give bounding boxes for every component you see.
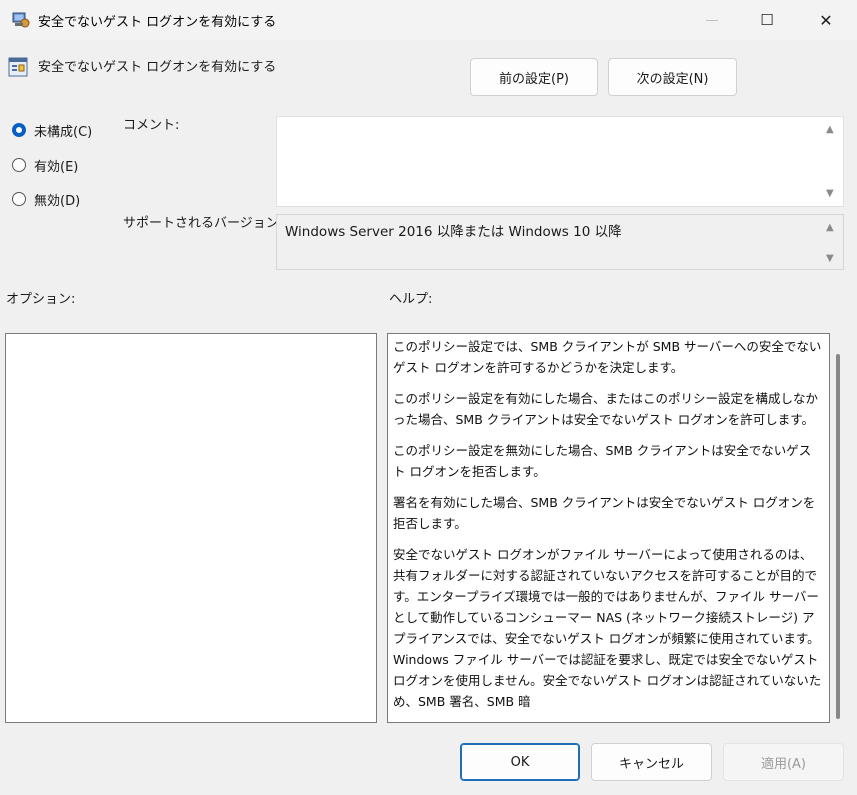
ok-button[interactable]: OK	[460, 743, 580, 781]
comment-label: コメント:	[123, 118, 180, 133]
ok-label: OK	[510, 754, 530, 770]
help-paragraph: 安全でないゲスト ログオンがファイル サーバーによって使用されるのは、共有フォル…	[393, 547, 822, 709]
help-paragraph: このポリシー設定を無効にした場合、SMB クライアントは安全でないゲスト ログオ…	[393, 443, 812, 479]
supported-scroll-down-icon[interactable]: ▼	[826, 253, 834, 264]
window-title: 安全でないゲスト ログオンを有効にする	[38, 15, 277, 30]
maximize-icon: ☐	[760, 11, 774, 29]
radio-enabled-indicator[interactable]	[12, 158, 26, 172]
radio-not-configured-label[interactable]: 未構成(C)	[34, 121, 92, 140]
minimize-button[interactable]: —	[683, 0, 741, 40]
radio-disabled-label[interactable]: 無効(D)	[34, 190, 80, 209]
help-paragraph: このポリシー設定を有効にした場合、またはこのポリシー設定を構成しなかった場合、S…	[393, 391, 819, 427]
next-setting-label: 次の設定(N)	[636, 71, 709, 87]
radio-disabled-indicator[interactable]	[12, 192, 26, 206]
policy-title: 安全でないゲスト ログオンを有効にする	[38, 60, 277, 75]
previous-setting-button[interactable]: 前の設定(P)	[470, 58, 598, 96]
radio-enabled-label[interactable]: 有効(E)	[34, 156, 78, 175]
apply-label: 適用(A)	[760, 756, 807, 772]
previous-setting-label: 前の設定(P)	[499, 71, 569, 87]
next-setting-button[interactable]: 次の設定(N)	[608, 58, 737, 96]
title-bar: 安全でないゲスト ログオンを有効にする — ☐ ✕	[0, 0, 857, 40]
apply-button[interactable]: 適用(A)	[723, 743, 844, 781]
cancel-label: キャンセル	[618, 756, 684, 772]
minimize-icon: —	[705, 12, 719, 28]
supported-field: Windows Server 2016 以降または Windows 10 以降	[276, 214, 844, 270]
help-text: このポリシー設定では、SMB クライアントが SMB サーバーへの安全でないゲス…	[393, 336, 823, 720]
policy-icon	[8, 57, 28, 77]
comment-scroll-up-icon[interactable]: ▲	[826, 124, 834, 135]
options-label: オプション:	[6, 292, 76, 307]
supported-value: Windows Server 2016 以降または Windows 10 以降	[285, 224, 622, 240]
close-icon: ✕	[819, 10, 833, 30]
help-paragraph: このポリシー設定では、SMB クライアントが SMB サーバーへの安全でないゲス…	[393, 339, 822, 375]
help-scrollbar[interactable]	[836, 354, 840, 719]
supported-label: サポートされるバージョン:	[123, 216, 284, 231]
radio-not-configured-indicator[interactable]	[12, 123, 26, 137]
cancel-button[interactable]: キャンセル	[591, 743, 712, 781]
app-icon	[11, 11, 31, 29]
comment-scroll-down-icon[interactable]: ▼	[826, 188, 834, 199]
supported-scroll-up-icon[interactable]: ▲	[826, 222, 834, 233]
maximize-button[interactable]: ☐	[738, 0, 796, 40]
help-paragraph: 署名を有効にした場合、SMB クライアントは安全でないゲスト ログオンを拒否しま…	[393, 495, 816, 531]
close-button[interactable]: ✕	[797, 0, 855, 40]
options-pane[interactable]	[5, 333, 377, 723]
help-label: ヘルプ:	[389, 292, 433, 307]
comment-textarea[interactable]	[276, 116, 844, 207]
